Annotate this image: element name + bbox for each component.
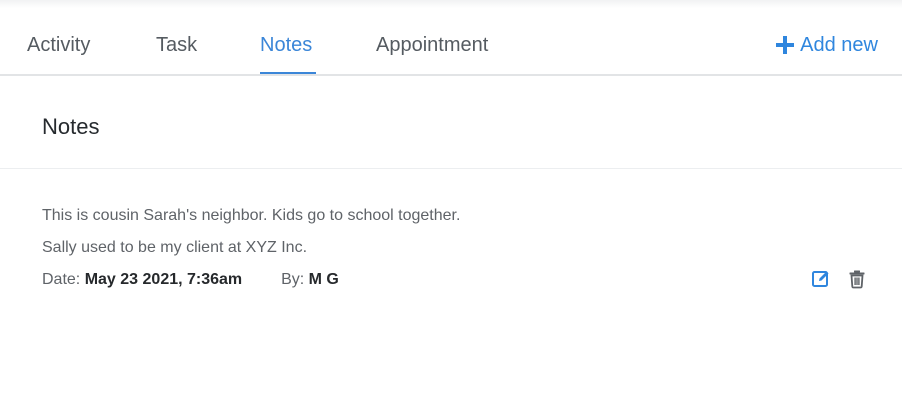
tab-bar: Activity Task Notes Appointment Add new [0, 0, 902, 76]
tab-appointment[interactable]: Appointment [376, 33, 488, 57]
trash-icon[interactable] [847, 269, 867, 289]
divider [0, 168, 902, 169]
active-tab-indicator [260, 72, 316, 74]
tab-notes[interactable]: Notes [260, 33, 312, 57]
add-new-button[interactable]: Add new [776, 33, 878, 57]
by-value: M G [308, 271, 339, 288]
edit-icon[interactable] [811, 269, 831, 289]
tab-task[interactable]: Task [156, 33, 197, 57]
by-label: By: [281, 271, 305, 288]
plus-icon [776, 36, 795, 54]
section-title: Notes [42, 114, 100, 139]
add-new-label: Add new [800, 34, 878, 56]
tab-activity[interactable]: Activity [27, 33, 90, 57]
note-actions [811, 269, 867, 289]
note-text-line-1: This is cousin Sarah's neighbor. Kids go… [42, 207, 461, 224]
date-value: May 23 2021, 7:36am [84, 271, 243, 288]
note-meta: Date: May 23 2021, 7:36am By: M G [42, 270, 339, 290]
date-label: Date: [42, 271, 81, 288]
note-text-line-2: Sally used to be my client at XYZ Inc. [42, 239, 308, 256]
